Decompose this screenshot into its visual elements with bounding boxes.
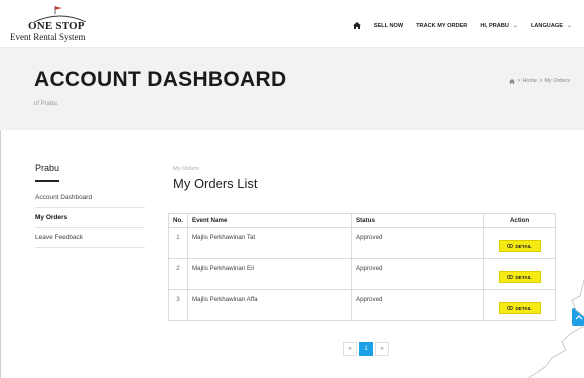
detail-button[interactable]: DETAIL — [498, 240, 541, 252]
table-row: 3 Majlis Perkhawinan Affa Approved DETAI… — [168, 289, 556, 321]
breadcrumb-current: My Orders — [544, 78, 570, 84]
page-subtitle: of Prabu. — [34, 101, 59, 107]
row-number: 1 — [168, 227, 188, 259]
pagination-page-current[interactable]: 1 — [359, 342, 373, 356]
nav-track-order[interactable]: TRACK MY ORDER — [416, 23, 467, 29]
table-header-row: No. Event Name Status Action — [168, 213, 556, 228]
nav-language-label: LANGUAGE — [530, 22, 563, 29]
breadcrumb: > Home > My Orders — [509, 78, 570, 84]
detail-button-label: DETAIL — [515, 243, 532, 249]
sidebar-divider — [35, 180, 59, 182]
nav-user-menu[interactable]: HI, PRABU ⌄ — [480, 22, 518, 30]
sidebar-item-account-dashboard[interactable]: Account Dashboard — [35, 188, 145, 208]
chevron-up-icon — [575, 315, 583, 320]
row-action: DETAIL — [483, 258, 556, 290]
nav-sell-now[interactable]: SELL NOW — [374, 23, 403, 29]
column-header-event-name: Event Name — [186, 213, 352, 228]
column-header-action: Action — [483, 213, 556, 228]
eye-icon — [507, 244, 514, 248]
table-row: 1 Majlis Perkhawinan Tat Approved DETAIL — [168, 227, 556, 259]
home-icon — [509, 78, 516, 84]
pagination-prev[interactable]: « — [343, 342, 357, 356]
column-header-status: Status — [350, 213, 485, 228]
row-status: Approved — [350, 289, 485, 321]
logo-subtitle: Event Rental System — [10, 32, 86, 42]
breadcrumb-separator: > — [539, 78, 543, 84]
table-row: 2 Majlis Perkhawinan Eri Approved DETAIL — [168, 258, 556, 290]
breadcrumb-separator: > — [517, 78, 521, 84]
logo-title: ONE STOP — [28, 20, 85, 32]
orders-table: No. Event Name Status Action 1 Majlis Pe… — [168, 213, 556, 321]
row-event-name: Majlis Perkhawinan Eri — [186, 258, 352, 290]
eye-icon — [507, 306, 514, 310]
section-heading: My Orders List — [173, 176, 258, 191]
main-nav: SELL NOW TRACK MY ORDER HI, PRABU ⌄ LANG… — [340, 22, 572, 29]
page-banner: ACCOUNT DASHBOARD of Prabu. > Home > My … — [0, 48, 584, 130]
row-event-name: Majlis Perkhawinan Tat — [186, 227, 352, 259]
row-status: Approved — [350, 258, 485, 290]
row-event-name: Majlis Perkhawinan Affa — [186, 289, 352, 321]
row-status: Approved — [350, 227, 485, 259]
detail-button[interactable]: DETAIL — [498, 271, 541, 283]
row-number: 3 — [168, 289, 188, 321]
nav-language-menu[interactable]: LANGUAGE ⌄ — [530, 22, 572, 30]
sidebar-item-leave-feedback[interactable]: Leave Feedback — [35, 228, 145, 248]
pagination: « 1 » — [343, 342, 391, 356]
scroll-to-top-button[interactable] — [572, 308, 584, 326]
site-header: ONE STOP Event Rental System SELL NOW TR… — [0, 0, 584, 48]
section-crumb: My Orders — [173, 166, 200, 172]
home-icon — [352, 22, 361, 29]
row-action: DETAIL — [483, 289, 556, 321]
sidebar-user-name: Prabu — [35, 163, 60, 173]
chevron-down-icon: ⌄ — [566, 23, 572, 29]
breadcrumb-home[interactable]: Home — [522, 78, 537, 84]
page-title: ACCOUNT DASHBOARD — [34, 68, 287, 91]
site-logo[interactable]: ONE STOP Event Rental System — [10, 6, 120, 44]
pagination-next[interactable]: » — [375, 342, 389, 356]
detail-button-label: DETAIL — [515, 305, 532, 311]
sidebar-item-my-orders[interactable]: My Orders — [35, 208, 145, 228]
detail-button-label: DETAIL — [515, 274, 532, 280]
chevron-down-icon: ⌄ — [512, 23, 518, 29]
eye-icon — [507, 275, 514, 279]
sidebar-menu: Account Dashboard My Orders Leave Feedba… — [35, 188, 145, 248]
row-action: DETAIL — [483, 227, 556, 259]
nav-home[interactable] — [352, 22, 361, 29]
detail-button[interactable]: DETAIL — [498, 302, 541, 314]
nav-user-label: HI, PRABU — [480, 22, 509, 29]
row-number: 2 — [168, 258, 188, 290]
column-header-no: No. — [168, 213, 188, 228]
